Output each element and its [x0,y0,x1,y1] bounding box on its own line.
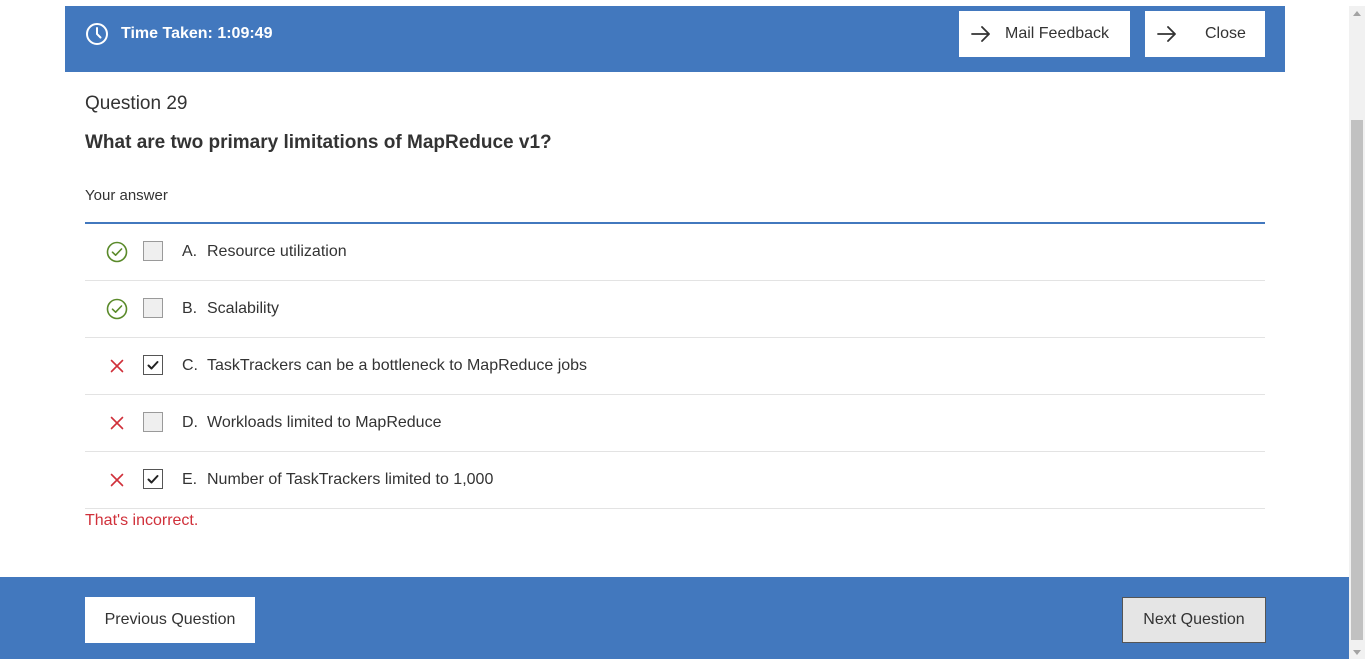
result-feedback: That's incorrect. [85,512,199,529]
mail-feedback-button[interactable]: Mail Feedback [959,11,1130,57]
checkmark-icon [147,475,159,484]
check-circle-icon [106,241,128,263]
option-c[interactable]: C. TaskTrackers can be a bottleneck to M… [85,338,1265,395]
mail-feedback-label: Mail Feedback [1005,25,1110,42]
option-text: TaskTrackers can be a bottleneck to MapR… [207,357,588,374]
previous-question-button[interactable]: Previous Question [85,597,255,643]
timer-text: Time Taken: 1:09:49 [121,25,273,42]
quiz-review-page: Time Taken: 1:09:49 Mail Feedback Close … [0,0,1365,659]
footer-bar: Previous Question Next Question [0,577,1349,659]
timer: Time Taken: 1:09:49 [85,22,272,46]
option-checkbox[interactable] [143,469,163,489]
answer-options-list: A. Resource utilization B. Scalability C… [85,224,1265,509]
x-mark-icon [110,473,124,487]
scroll-up-arrow-icon[interactable] [1353,11,1361,16]
arrow-right-icon [1157,26,1176,42]
scroll-down-arrow-icon[interactable] [1353,650,1361,655]
question-number: Question 29 [85,93,188,114]
x-mark-icon [110,359,124,373]
option-letter: D. [182,414,198,431]
close-button[interactable]: Close [1145,11,1265,57]
option-text: Number of TaskTrackers limited to 1,000 [207,471,494,488]
option-b[interactable]: B. Scalability [85,281,1265,338]
checkmark-icon [147,361,159,370]
option-text: Scalability [207,300,280,317]
close-label: Close [1205,25,1246,42]
vertical-scrollbar[interactable] [1349,6,1365,659]
check-circle-icon [106,298,128,320]
option-checkbox[interactable] [143,355,163,375]
option-checkbox[interactable] [143,298,163,318]
x-mark-icon [110,416,124,430]
option-e[interactable]: E. Number of TaskTrackers limited to 1,0… [85,452,1265,509]
question-text: What are two primary limitations of MapR… [85,132,552,153]
clock-icon [86,23,108,45]
option-text: Workloads limited to MapReduce [207,414,442,431]
scrollbar-thumb[interactable] [1351,120,1363,640]
option-text: Resource utilization [207,243,347,260]
your-answer-label: Your answer [85,187,168,204]
option-d[interactable]: D. Workloads limited to MapReduce [85,395,1265,452]
option-a[interactable]: A. Resource utilization [85,224,1265,281]
option-letter: B. [182,300,198,317]
header-bar: Time Taken: 1:09:49 Mail Feedback Close [65,6,1285,72]
option-letter: A. [182,243,198,260]
option-letter: C. [182,357,198,374]
arrow-right-icon [971,26,990,42]
option-letter: E. [182,471,198,488]
option-checkbox[interactable] [143,241,163,261]
option-checkbox[interactable] [143,412,163,432]
next-question-button[interactable]: Next Question [1122,597,1266,643]
